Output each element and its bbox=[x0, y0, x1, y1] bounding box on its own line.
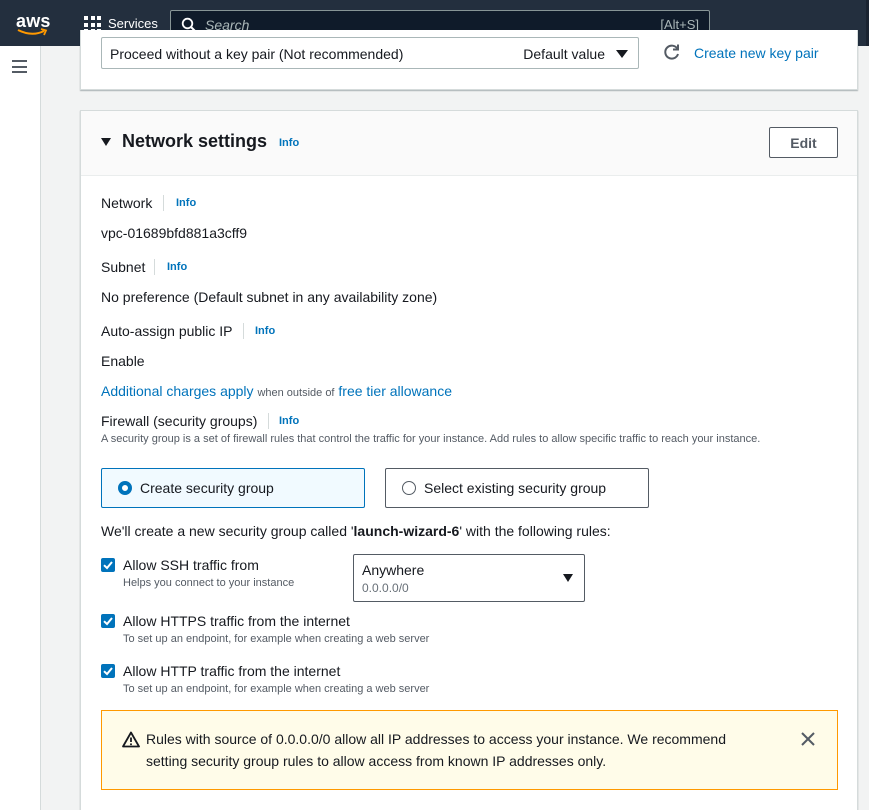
panel-header: Network settings Info Edit bbox=[81, 111, 857, 176]
auto-assign-ip-label: Auto-assign public IP bbox=[101, 323, 233, 339]
select-existing-security-group-option[interactable]: Select existing security group bbox=[385, 468, 649, 508]
allow-http-label: Allow HTTP traffic from the internet bbox=[123, 663, 341, 679]
check-icon bbox=[103, 667, 113, 676]
option-label: Create security group bbox=[140, 480, 274, 496]
network-value: vpc-01689bfd881a3cff9 bbox=[101, 225, 248, 241]
network-settings-info-link[interactable]: Info bbox=[279, 137, 299, 149]
radio-selected[interactable] bbox=[118, 481, 132, 495]
check-icon bbox=[103, 561, 113, 570]
aws-logo[interactable]: aws bbox=[16, 11, 50, 37]
sentence-prefix: We'll create a new security group called… bbox=[101, 523, 354, 539]
edit-button[interactable]: Edit bbox=[769, 127, 838, 158]
default-value-tag: Default value bbox=[523, 46, 605, 62]
key-pair-selected-value: Proceed without a key pair (Not recommen… bbox=[110, 46, 404, 62]
allow-https-hint: To set up an endpoint, for example when … bbox=[123, 633, 430, 645]
label-divider bbox=[154, 259, 155, 275]
panel-title: Network settings bbox=[122, 131, 268, 151]
free-tier-link[interactable]: free tier allowance bbox=[338, 383, 452, 399]
key-pair-select[interactable]: Proceed without a key pair (Not recommen… bbox=[101, 37, 639, 69]
network-label: Network bbox=[101, 195, 153, 211]
key-pair-panel: Proceed without a key pair (Not recommen… bbox=[80, 30, 858, 90]
collapse-caret-icon[interactable] bbox=[101, 138, 111, 146]
charges-notice: Additional charges apply when outside of… bbox=[101, 383, 452, 399]
warning-alert: Rules with source of 0.0.0.0/0 allow all… bbox=[101, 710, 838, 790]
allow-http-hint: To set up an endpoint, for example when … bbox=[123, 683, 430, 695]
security-group-sentence: We'll create a new security group called… bbox=[101, 523, 611, 539]
services-menu-button[interactable]: Services bbox=[108, 16, 158, 31]
additional-charges-link[interactable]: Additional charges apply bbox=[101, 383, 254, 399]
ssh-source-select[interactable]: Anywhere 0.0.0.0/0 bbox=[353, 554, 585, 602]
label-divider bbox=[243, 323, 244, 339]
close-icon[interactable] bbox=[800, 731, 816, 747]
network-settings-panel: Network settings Info Edit Network Info … bbox=[80, 110, 858, 810]
subnet-info-link[interactable]: Info bbox=[167, 261, 187, 273]
refresh-icon[interactable] bbox=[663, 43, 681, 61]
caret-down-icon bbox=[563, 574, 573, 582]
ssh-source-value: Anywhere bbox=[362, 562, 425, 578]
security-group-name: launch-wizard-6 bbox=[353, 523, 460, 539]
warning-text: Rules with source of 0.0.0.0/0 allow all… bbox=[146, 731, 726, 769]
create-security-group-option[interactable]: Create security group bbox=[101, 468, 365, 508]
network-info-link[interactable]: Info bbox=[176, 197, 196, 209]
allow-ssh-hint: Helps you connect to your instance bbox=[123, 577, 295, 589]
allow-https-checkbox[interactable] bbox=[101, 614, 115, 628]
create-new-key-pair-link[interactable]: Create new key pair bbox=[694, 45, 819, 61]
hamburger-menu-icon[interactable] bbox=[12, 60, 27, 73]
caret-down-icon bbox=[616, 50, 628, 58]
warning-icon bbox=[122, 731, 140, 748]
radio-unselected[interactable] bbox=[402, 481, 416, 495]
firewall-description: A security group is a set of firewall ru… bbox=[101, 433, 761, 445]
allow-ssh-label: Allow SSH traffic from bbox=[123, 557, 259, 573]
label-divider bbox=[268, 413, 269, 429]
charges-text: when outside of bbox=[257, 387, 335, 399]
subnet-label: Subnet bbox=[101, 259, 146, 275]
firewall-label: Firewall (security groups) bbox=[101, 413, 258, 429]
allow-ssh-checkbox[interactable] bbox=[101, 558, 115, 572]
allow-https-label: Allow HTTPS traffic from the internet bbox=[123, 613, 350, 629]
allow-http-checkbox[interactable] bbox=[101, 664, 115, 678]
subnet-value: No preference (Default subnet in any ava… bbox=[101, 289, 438, 305]
aws-smile-icon bbox=[17, 28, 48, 36]
side-navigation-rail bbox=[0, 46, 41, 810]
ssh-source-cidr: 0.0.0.0/0 bbox=[362, 581, 409, 595]
auto-assign-ip-info-link[interactable]: Info bbox=[255, 325, 275, 337]
check-icon bbox=[103, 617, 113, 626]
auto-assign-ip-value: Enable bbox=[101, 353, 145, 369]
option-label: Select existing security group bbox=[424, 480, 607, 496]
sentence-suffix: ' with the following rules: bbox=[459, 523, 611, 539]
firewall-info-link[interactable]: Info bbox=[279, 415, 299, 427]
label-divider bbox=[163, 195, 164, 211]
